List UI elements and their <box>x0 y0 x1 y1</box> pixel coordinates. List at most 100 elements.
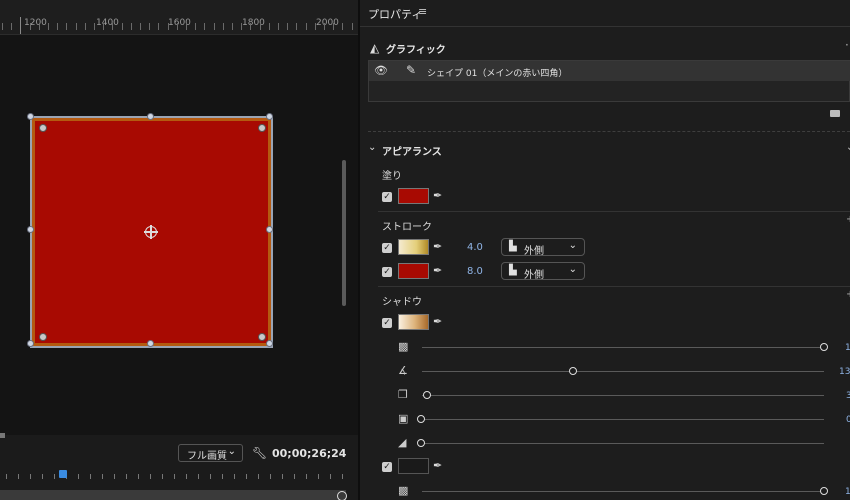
transform-handle[interactable] <box>266 340 273 347</box>
transform-handle[interactable] <box>27 113 34 120</box>
transform-handle[interactable] <box>147 113 154 120</box>
eye-icon[interactable]: 👁︎ <box>374 64 388 77</box>
corner-radius-handle[interactable] <box>39 124 47 132</box>
timeline-tick <box>18 474 19 479</box>
quality-value: フル画質 <box>187 451 227 462</box>
add-shadow-icon[interactable]: + <box>846 289 850 300</box>
stroke-width-value[interactable]: 8.0 <box>467 266 483 277</box>
zoom-handle[interactable] <box>337 491 347 500</box>
size-slider[interactable] <box>422 419 824 420</box>
opacity-slider[interactable] <box>422 491 824 492</box>
anchor-point-icon[interactable] <box>144 225 158 239</box>
opacity-value[interactable]: 1 <box>845 487 850 497</box>
chevron-down-icon: ⌄ <box>568 240 577 251</box>
eyedropper-icon[interactable]: ✒ <box>433 459 442 472</box>
timeline-tick <box>174 474 175 479</box>
ruler-tick <box>112 23 113 30</box>
stroke-color-swatch[interactable] <box>398 263 429 279</box>
appearance-section-label: アピアランス <box>382 147 442 158</box>
transform-handle[interactable] <box>27 226 34 233</box>
playhead[interactable] <box>59 470 67 478</box>
chevron-down-icon: ⌄ <box>568 264 577 275</box>
section-menu-icon[interactable]: ⌄ <box>846 142 850 153</box>
slider-knob[interactable] <box>417 439 425 447</box>
fill-checkbox[interactable]: ✓ <box>382 192 392 202</box>
divider <box>378 211 850 212</box>
chevron-down-icon[interactable]: ⌄ <box>368 142 376 153</box>
panel-title: プロパティ <box>368 8 423 21</box>
ruler-tick <box>94 23 95 30</box>
ruler-tick <box>241 23 242 30</box>
settings-wrench-icon[interactable]: 🔧︎ <box>252 446 267 460</box>
stroke-color-swatch[interactable] <box>398 239 429 255</box>
corner-radius-handle[interactable] <box>258 333 266 341</box>
slider-knob[interactable] <box>423 391 431 399</box>
section-collapse-icon[interactable]: · <box>845 38 849 52</box>
eyedropper-icon[interactable]: ✒ <box>433 240 442 253</box>
timeline-tick <box>54 474 55 479</box>
fill-color-swatch[interactable] <box>398 188 429 204</box>
stroke-checkbox[interactable]: ✓ <box>382 267 392 277</box>
divider <box>360 26 850 27</box>
eyedropper-icon[interactable]: ✒ <box>433 189 442 202</box>
angle-value[interactable]: 13 <box>839 367 850 377</box>
blur-slider[interactable] <box>422 443 824 444</box>
shadow-checkbox[interactable]: ✓ <box>382 462 392 472</box>
slider-knob[interactable] <box>820 343 828 351</box>
angle-icon: ∡ <box>398 364 408 377</box>
ruler-tick <box>195 23 196 30</box>
folder-icon[interactable] <box>830 110 840 117</box>
slider-knob[interactable] <box>820 487 828 495</box>
transform-handle[interactable] <box>266 113 273 120</box>
timeline-tick <box>294 474 295 479</box>
graphics-section-label: グラフィック <box>386 45 446 56</box>
slider-knob[interactable] <box>569 367 577 375</box>
timeline-tick <box>234 474 235 479</box>
ruler-tick <box>48 23 49 30</box>
timeline-tick <box>210 474 211 479</box>
eyedropper-icon[interactable]: ✒ <box>433 264 442 277</box>
layer-row[interactable]: 👁︎ ✎ シェイプ 01（メインの赤い四角） <box>369 61 850 81</box>
timeline-tick <box>150 474 151 479</box>
eyedropper-icon[interactable]: ✒ <box>433 315 442 328</box>
transform-handle[interactable] <box>266 226 273 233</box>
ruler-tick <box>232 23 233 30</box>
stroke-position-dropdown[interactable]: ▙ 外側 ⌄ <box>501 262 585 281</box>
shadow-color-swatch[interactable] <box>398 314 429 330</box>
stroke-checkbox[interactable]: ✓ <box>382 243 392 253</box>
timeline-tick <box>306 474 307 479</box>
stroke-position-dropdown[interactable]: ▙ 外側 ⌄ <box>501 238 585 257</box>
shadow-color-swatch[interactable] <box>398 458 429 474</box>
zoom-scrollbar[interactable] <box>0 490 346 500</box>
angle-slider[interactable] <box>422 371 824 372</box>
corner-radius-handle[interactable] <box>39 333 47 341</box>
stroke-width-value[interactable]: 4.0 <box>467 242 483 253</box>
timeline-tick <box>186 474 187 479</box>
transform-handle[interactable] <box>147 340 154 347</box>
timeline-tick <box>114 474 115 479</box>
shadow-checkbox[interactable]: ✓ <box>382 318 392 328</box>
vertical-scrollbar[interactable] <box>342 160 346 306</box>
playback-quality-dropdown[interactable]: フル画質 ⌄ <box>178 444 243 462</box>
distance-slider[interactable] <box>422 395 824 396</box>
transform-handle[interactable] <box>27 340 34 347</box>
size-value[interactable]: 0 <box>846 415 850 425</box>
opacity-value[interactable]: 1 <box>845 343 850 353</box>
timeline-tick <box>162 474 163 479</box>
corner-radius-handle[interactable] <box>258 124 266 132</box>
timecode[interactable]: 00;00;26;24 <box>272 447 346 460</box>
ruler-tick <box>296 23 297 30</box>
add-stroke-icon[interactable]: + <box>846 214 850 225</box>
ruler-tick <box>85 23 86 30</box>
timeline-ruler[interactable] <box>0 468 358 484</box>
opacity-slider[interactable] <box>422 347 824 348</box>
ruler-tick <box>333 23 334 30</box>
distance-value[interactable]: 3 <box>846 391 850 401</box>
ruler-tick <box>342 23 343 30</box>
ruler-tick <box>30 23 31 30</box>
timeline-tick <box>282 474 283 479</box>
slider-knob[interactable] <box>417 415 425 423</box>
ruler-tick <box>269 23 270 30</box>
hamburger-icon[interactable]: ≡ <box>418 5 427 18</box>
ruler-tick <box>66 23 67 30</box>
